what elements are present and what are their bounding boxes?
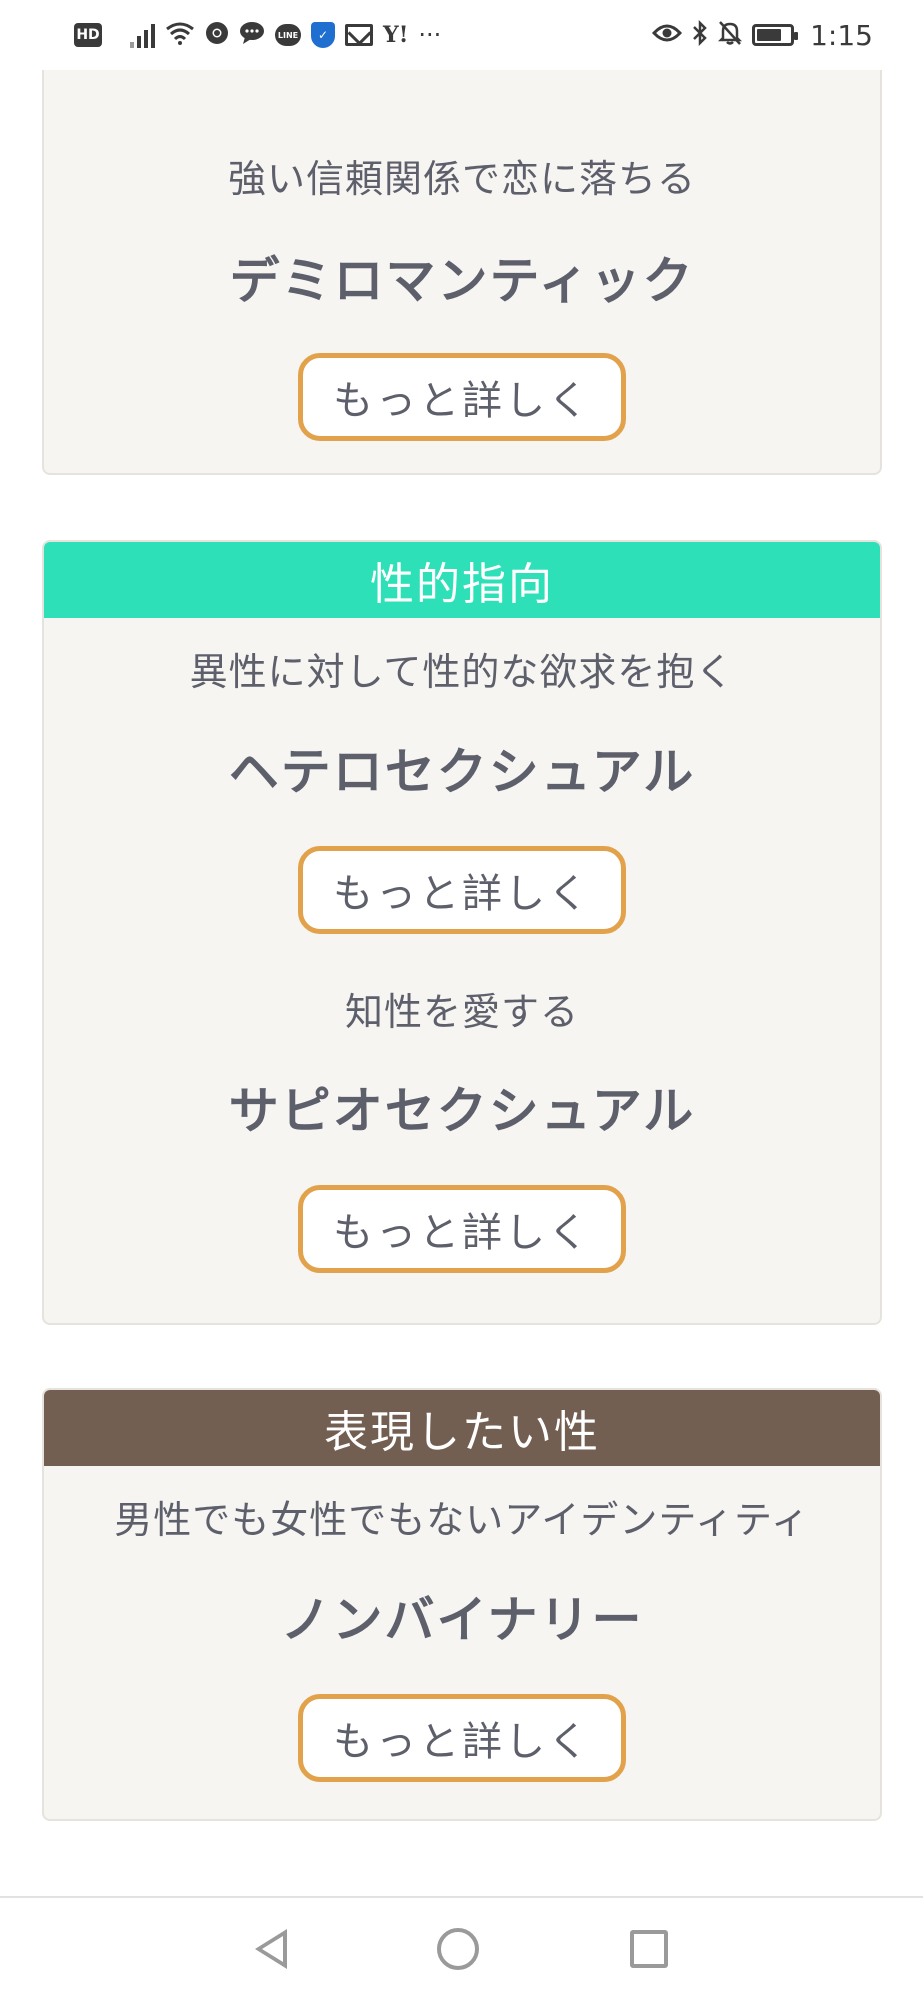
gender-expression-card: 表現したい性 男性でも女性でもないアイデンティティ ノンバイナリー もっと詳しく [42,1388,882,1821]
card-header: 性的指向 [44,542,880,618]
signal-icon [130,22,155,48]
item-name: デミロマンティック [229,251,695,310]
item-description: 知性を愛する [344,989,579,1034]
more-details-button[interactable]: もっと詳しく [298,845,626,934]
more-details-button[interactable]: もっと詳しく [298,1185,626,1274]
back-icon[interactable] [255,1929,288,1969]
item-description: 男性でも女性でもないアイデンティティ [114,1498,810,1542]
sapiosexual-item: 知性を愛する サピオセクシュアル もっと詳しく [44,934,880,1274]
home-icon[interactable] [437,1928,480,1970]
heterosexual-item: 異性に対して性的な欲求を抱く ヘテロセクシュアル もっと詳しく [44,618,880,934]
chrome-icon [205,21,229,49]
sexual-orientation-card: 性的指向 異性に対して性的な欲求を抱く ヘテロセクシュアル もっと詳しく 知性を… [42,540,882,1325]
navigation-bar [0,1896,923,2000]
clock: 1:15 [810,18,873,52]
overflow-icon: ··· [418,21,442,49]
status-bar: HD LINE ✓ Y! ··· 1:15 [0,0,923,70]
yahoo-icon: Y! [383,22,409,48]
card-header: 表現したい性 [44,1390,880,1466]
mute-icon [718,20,743,50]
status-left: HD LINE ✓ Y! ··· [74,21,441,49]
line-icon: LINE [275,24,301,46]
chat-icon [239,21,265,49]
item-name: ノンバイナリー [280,1590,644,1649]
item-name: サピオセクシュアル [228,1082,696,1141]
bluetooth-icon [692,19,708,50]
more-details-button[interactable]: もっと詳しく [298,1693,626,1782]
status-right: 1:15 [652,19,873,52]
item-description: 強い信頼関係で恋に落ちる [227,157,696,201]
nonbinary-item: 男性でも女性でもないアイデンティティ ノンバイナリー もっと詳しく [44,1466,880,1782]
romantic-item: 強い信頼関係で恋に落ちる デミロマンティック もっと詳しく [44,157,880,441]
romantic-card: 強い信頼関係で恋に落ちる デミロマンティック もっと詳しく [42,30,882,475]
screen: HD LINE ✓ Y! ··· 1:15 強い信頼関係で恋に落ちる デミロマン… [0,0,923,2000]
more-details-button[interactable]: もっと詳しく [298,352,626,441]
eye-icon [652,22,683,48]
item-name: ヘテロセクシュアル [228,742,696,801]
mail-icon [345,24,373,46]
hd-icon: HD [74,23,102,47]
item-description: 異性に対して性的な欲求を抱く [189,650,735,694]
wifi-icon [165,21,195,49]
shield-icon: ✓ [311,22,335,48]
recents-icon[interactable] [629,1930,668,1968]
battery-icon [752,24,799,46]
